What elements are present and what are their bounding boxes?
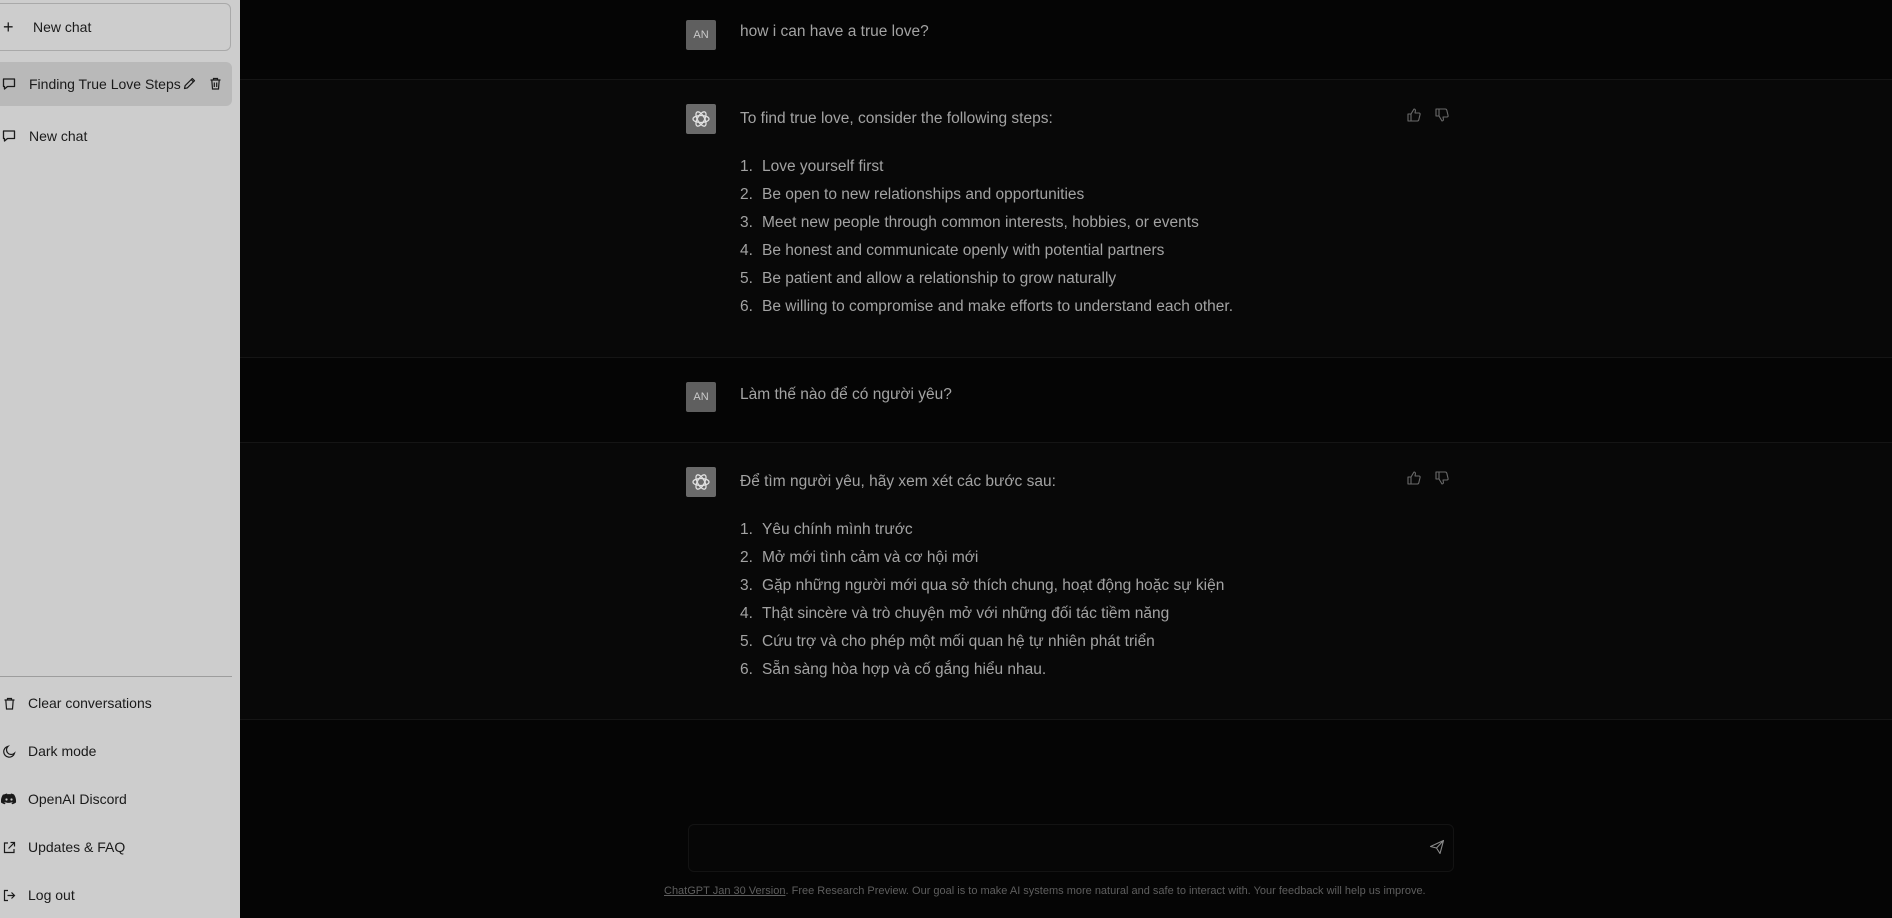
- updates-faq-label: Updates & FAQ: [28, 839, 126, 855]
- thumbs-up-icon[interactable]: [1405, 106, 1423, 124]
- avatar: AN: [686, 382, 716, 412]
- conversation-panel: AN how i can have a true love? To find t…: [240, 0, 1892, 918]
- assistant-message: Để tìm người yêu, hãy xem xét các bước s…: [240, 443, 1892, 720]
- list-item: 5. Be patient and allow a relationship to…: [740, 270, 1117, 287]
- chat-bubble-icon: [0, 75, 18, 93]
- chat-item-new-chat[interactable]: New chat: [0, 114, 232, 158]
- trash-icon: [0, 694, 18, 712]
- plus-icon: +: [3, 17, 14, 37]
- new-chat-button[interactable]: + New chat: [0, 3, 231, 51]
- assistant-intro-text: To find true love, consider the followin…: [740, 110, 1053, 127]
- list-item: 6. Be willing to compromise and make effo…: [740, 298, 1234, 315]
- list-item: 4. Thật sincère và trò chuyện mở với nhữn…: [740, 605, 1170, 622]
- openai-logo-icon: [686, 104, 716, 134]
- assistant-steps-list: 1. Love yourself first 2. Be open to new r…: [740, 153, 1233, 321]
- user-message: AN how i can have a true love?: [240, 0, 1892, 80]
- assistant-steps-list: 1. Yêu chính mình trước 2. Mở mới tình cảm…: [740, 516, 1224, 684]
- dark-mode-label: Dark mode: [28, 743, 97, 759]
- version-link[interactable]: ChatGPT Jan 30 Version: [664, 885, 785, 897]
- send-icon: [1429, 839, 1445, 860]
- openai-logo-icon: [686, 467, 716, 497]
- openai-discord-link[interactable]: OpenAI Discord: [0, 779, 232, 819]
- user-message: AN Làm thế nào để có người yêu?: [240, 358, 1892, 443]
- log-out-icon: [0, 886, 18, 904]
- thumbs-down-icon[interactable]: [1433, 106, 1451, 124]
- chat-item-finding-true-love[interactable]: Finding True Love Steps: [0, 62, 232, 106]
- chat-bubble-icon: [0, 127, 18, 145]
- assistant-intro-text: Để tìm người yêu, hãy xem xét các bước s…: [740, 473, 1056, 490]
- new-chat-label: New chat: [33, 19, 92, 35]
- list-item: 2. Be open to new relationships and oppor…: [740, 186, 1085, 203]
- thumbs-down-icon[interactable]: [1433, 469, 1451, 487]
- message-composer: [688, 824, 1454, 872]
- send-button[interactable]: [1427, 839, 1447, 859]
- feedback-buttons: [1405, 106, 1451, 124]
- sidebar-divider: [0, 676, 232, 677]
- dark-mode-button[interactable]: Dark mode: [0, 731, 232, 771]
- clear-conversations-button[interactable]: Clear conversations: [0, 683, 232, 723]
- clear-conversations-label: Clear conversations: [28, 695, 152, 711]
- discord-icon: [0, 790, 18, 808]
- log-out-button[interactable]: Log out: [0, 875, 232, 915]
- list-item: 2. Mở mới tình cảm và cơ hội mới: [740, 549, 979, 566]
- user-message-text: Làm thế nào để có người yêu?: [740, 386, 952, 403]
- openai-discord-label: OpenAI Discord: [28, 791, 127, 807]
- updates-faq-link[interactable]: Updates & FAQ: [0, 827, 232, 867]
- message-input[interactable]: [701, 835, 1401, 863]
- list-item: 3. Gặp những người mới qua sở thích chung…: [740, 577, 1225, 594]
- chat-item-label: Finding True Love Steps: [29, 76, 181, 92]
- list-item: 1. Love yourself first: [740, 158, 884, 175]
- thumbs-up-icon[interactable]: [1405, 469, 1423, 487]
- list-item: 3. Meet new people through common interes…: [740, 214, 1199, 231]
- assistant-message: To find true love, consider the followin…: [240, 80, 1892, 358]
- user-message-text: how i can have a true love?: [740, 23, 929, 40]
- moon-icon: [0, 742, 18, 760]
- external-link-icon: [0, 838, 18, 856]
- edit-icon[interactable]: [180, 74, 198, 92]
- footer-text: . Free Research Preview. Our goal is to …: [785, 885, 1426, 897]
- trash-icon[interactable]: [206, 74, 224, 92]
- list-item: 5. Cứu trợ và cho phép một mối quan hệ tự…: [740, 633, 1155, 650]
- avatar: AN: [686, 20, 716, 50]
- footer-disclaimer: ChatGPT Jan 30 Version. Free Research Pr…: [664, 885, 1494, 897]
- chat-item-label: New chat: [29, 128, 88, 144]
- list-item: 1. Yêu chính mình trước: [740, 521, 913, 538]
- feedback-buttons: [1405, 469, 1451, 487]
- list-item: 6. Sẵn sàng hòa hợp và cố gắng hiểu nhau.: [740, 661, 1047, 678]
- log-out-label: Log out: [28, 887, 75, 903]
- sidebar: + New chat Finding True Love Steps New c…: [0, 0, 240, 918]
- list-item: 4. Be honest and communicate openly with …: [740, 242, 1165, 259]
